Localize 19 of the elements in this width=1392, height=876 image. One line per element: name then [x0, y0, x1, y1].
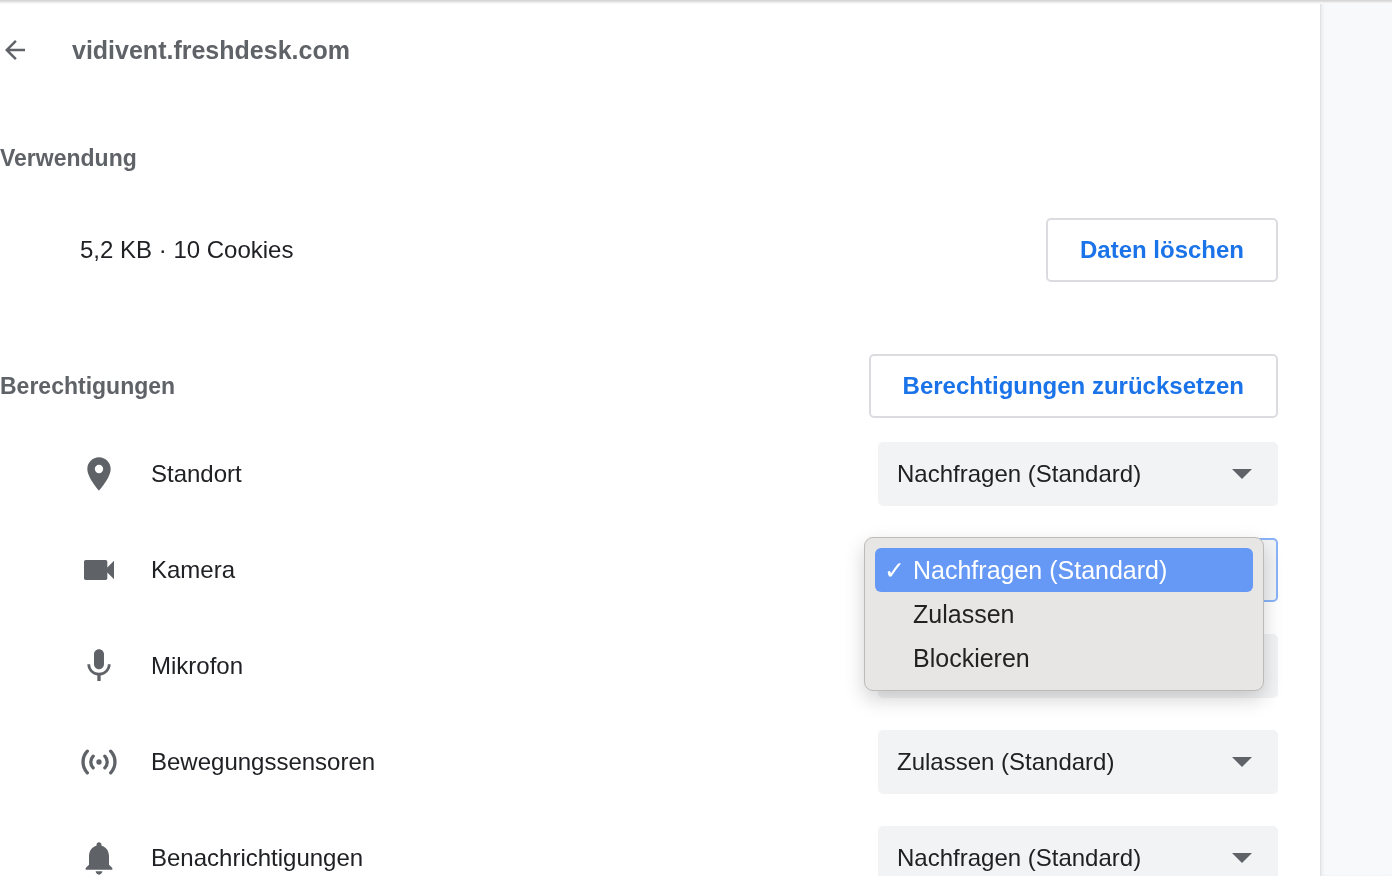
menu-option[interactable]: Blockieren [875, 636, 1253, 680]
permission-label: Standort [151, 460, 242, 488]
permission-label: Bewegungssensoren [151, 748, 376, 776]
storage-summary: 5,2 KB · 10 Cookies [80, 236, 294, 264]
permission-label: Kamera [151, 556, 236, 584]
permission-dropdown[interactable]: Nachfragen (Standard) [878, 442, 1278, 506]
site-title: vidivent.freshdesk.com [72, 35, 350, 65]
section-heading: Berechtigungen [0, 372, 176, 401]
reset-permissions-button[interactable]: Berechtigungen zurücksetzen [868, 354, 1278, 418]
dropdown-caret-icon [1232, 757, 1252, 767]
permission-dropdown[interactable]: Nachfragen (Standard) [878, 826, 1278, 876]
clear-data-button[interactable]: Daten löschen [1045, 218, 1278, 282]
permission-label: Mikrofon [151, 652, 244, 680]
permission-dropdown[interactable]: Zulassen (Standard) [878, 730, 1278, 794]
dropdown-caret-icon [1232, 853, 1252, 863]
section-heading: Verwendung [0, 144, 138, 173]
dropdown-caret-icon [1232, 469, 1252, 479]
menu-option[interactable]: Zulassen [875, 592, 1253, 636]
permission-label: Benachrichtigungen [151, 844, 364, 872]
